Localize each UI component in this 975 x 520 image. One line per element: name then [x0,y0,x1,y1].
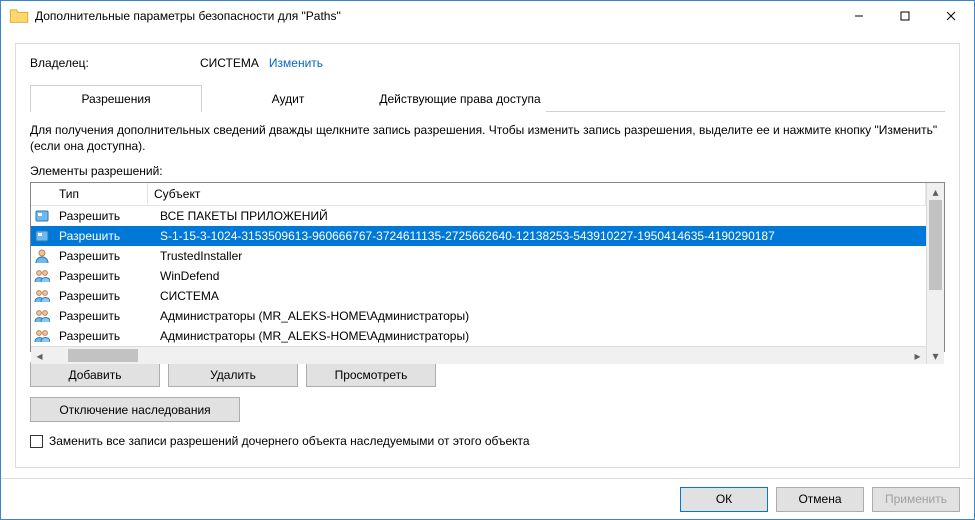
row-type: Разрешить [53,309,154,323]
titlebar[interactable]: Дополнительные параметры безопасности дл… [1,1,974,31]
client-area: Владелец: СИСТЕМА Изменить Разрешения Ау… [1,31,974,478]
row-subject: WinDefend [154,269,926,283]
owner-value: СИСТЕМА [200,56,259,70]
apply-button[interactable]: Применить [872,487,960,512]
row-type: Разрешить [53,209,154,223]
principal-icon [31,268,53,284]
view-button[interactable]: Просмотреть [306,362,436,387]
scroll-down-button[interactable]: ▾ [927,347,944,364]
principal-icon [31,328,53,344]
principal-icon [31,308,53,324]
ok-button[interactable]: ОК [680,487,768,512]
principal-icon [31,248,53,264]
vscroll-thumb[interactable] [929,200,942,290]
tab-strip: Разрешения Аудит Действующие права досту… [30,84,945,112]
column-subject[interactable]: Субъект [148,183,926,205]
remove-button[interactable]: Удалить [168,362,298,387]
row-type: Разрешить [53,269,154,283]
principal-icon [31,228,53,244]
inheritance-buttons: Отключение наследования [30,397,945,422]
hscroll-thumb[interactable] [68,349,138,362]
hscroll-track[interactable] [48,347,909,364]
owner-label: Владелец: [30,56,200,70]
replace-checkbox[interactable] [30,435,43,448]
dialog-footer: ОК Отмена Применить [1,478,974,519]
tab-audit[interactable]: Аудит [202,85,374,112]
owner-row: Владелец: СИСТЕМА Изменить [30,56,945,70]
row-type: Разрешить [53,329,154,343]
table-row[interactable]: РазрешитьWinDefend [31,266,926,286]
minimize-button[interactable] [836,1,882,31]
row-subject: S-1-15-3-1024-3153509613-960666767-37246… [154,229,926,243]
replace-checkbox-row: Заменить все записи разрешений дочернего… [30,434,945,448]
row-subject: TrustedInstaller [154,249,926,263]
action-buttons: Добавить Удалить Просмотреть [30,362,945,387]
table-row[interactable]: РазрешитьАдминистраторы (MR_ALEKS-HOME\А… [31,306,926,326]
window-controls [836,1,974,31]
folder-icon [9,6,29,26]
row-type: Разрешить [53,229,154,243]
scroll-right-button[interactable]: ▸ [909,347,926,364]
list-header: Тип Субъект [31,183,926,206]
tab-permissions[interactable]: Разрешения [30,85,202,112]
principal-icon [31,208,53,224]
row-subject: ВСЕ ПАКЕТЫ ПРИЛОЖЕНИЙ [154,209,926,223]
row-subject: Администраторы (MR_ALEKS-HOME\Администра… [154,329,926,343]
list-body[interactable]: РазрешитьВСЕ ПАКЕТЫ ПРИЛОЖЕНИЙРазрешитьS… [31,206,926,346]
table-row[interactable]: РазрешитьАдминистраторы (MR_ALEKS-HOME\А… [31,326,926,346]
row-subject: Администраторы (MR_ALEKS-HOME\Администра… [154,309,926,323]
row-type: Разрешить [53,289,154,303]
table-row[interactable]: РазрешитьСИСТЕМА [31,286,926,306]
table-row[interactable]: РазрешитьВСЕ ПАКЕТЫ ПРИЛОЖЕНИЙ [31,206,926,226]
owner-change-link[interactable]: Изменить [269,56,323,70]
advanced-security-window: Дополнительные параметры безопасности дл… [0,0,975,520]
window-title: Дополнительные параметры безопасности дл… [35,9,836,23]
table-row[interactable]: РазрешитьTrustedInstaller [31,246,926,266]
vscroll-track[interactable] [927,200,944,347]
horizontal-scrollbar[interactable]: ◂ ▸ [31,346,926,364]
permissions-list: Тип Субъект РазрешитьВСЕ ПАКЕТЫ ПРИЛОЖЕН… [30,182,945,352]
close-button[interactable] [928,1,974,31]
maximize-button[interactable] [882,1,928,31]
vertical-scrollbar[interactable]: ▴ ▾ [926,183,944,364]
table-row[interactable]: РазрешитьS-1-15-3-1024-3153509613-960666… [31,226,926,246]
tab-effective-access[interactable]: Действующие права доступа [374,85,546,112]
permissions-list-label: Элементы разрешений: [30,164,945,178]
scroll-left-button[interactable]: ◂ [31,347,48,364]
add-button[interactable]: Добавить [30,362,160,387]
scroll-up-button[interactable]: ▴ [927,183,944,200]
disable-inheritance-button[interactable]: Отключение наследования [30,397,240,422]
description-text: Для получения дополнительных сведений дв… [30,122,945,154]
row-subject: СИСТЕМА [154,289,926,303]
column-icon[interactable] [31,183,53,205]
replace-checkbox-label[interactable]: Заменить все записи разрешений дочернего… [49,434,530,448]
row-type: Разрешить [53,249,154,263]
content-panel: Владелец: СИСТЕМА Изменить Разрешения Ау… [15,43,960,468]
cancel-button[interactable]: Отмена [776,487,864,512]
principal-icon [31,288,53,304]
column-type[interactable]: Тип [53,183,148,205]
